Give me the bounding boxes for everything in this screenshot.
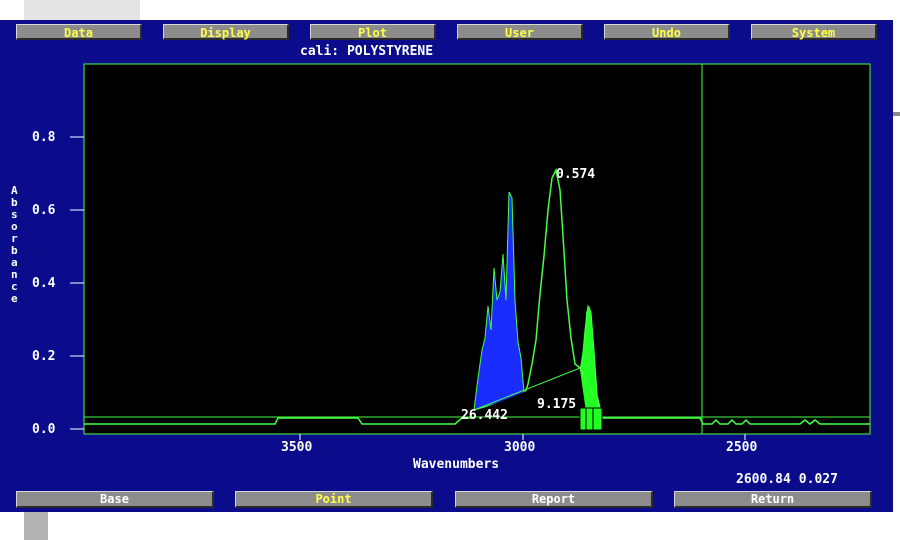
peak-height-label: 0.574	[556, 167, 595, 182]
window-tab-decoration-bottom	[24, 512, 48, 540]
y-tick-label: 0.2	[32, 349, 55, 364]
plot-area[interactable]	[83, 63, 871, 435]
point-button[interactable]: Point	[235, 491, 433, 508]
y-ticks: 0.0 0.2 0.4 0.6 0.8	[32, 130, 84, 437]
y-tick-label: 0.6	[32, 203, 56, 218]
x-tick-label: 2500	[726, 440, 757, 455]
report-button[interactable]: Report	[455, 491, 653, 508]
y-tick-label: 0.4	[32, 276, 56, 291]
area-1-label: 26.442	[461, 408, 508, 423]
cursor-x-value: 2600.84	[736, 472, 791, 487]
return-button[interactable]: Return	[674, 491, 872, 508]
x-tick-label: 3500	[281, 440, 312, 455]
x-axis-title: Wavenumbers	[413, 457, 499, 472]
y-axis-title: Absorbance	[11, 184, 18, 305]
x-ticks: 3500 3000 2500	[281, 434, 757, 455]
base-button[interactable]: Base	[16, 491, 214, 508]
marker-block	[579, 407, 603, 431]
spectrum-plot[interactable]: 0.0 0.2 0.4 0.6 0.8 Absorbance 3500 3000…	[0, 0, 900, 540]
area-2-label: 9.175	[537, 397, 576, 412]
y-tick-label: 0.0	[32, 422, 56, 437]
cursor-readout: 2600.84 0.027	[736, 472, 838, 487]
y-tick-label: 0.8	[32, 130, 56, 145]
x-tick-label: 3000	[504, 440, 535, 455]
y-axis-title-letter: e	[11, 292, 18, 305]
cursor-y-value: 0.027	[798, 472, 838, 487]
